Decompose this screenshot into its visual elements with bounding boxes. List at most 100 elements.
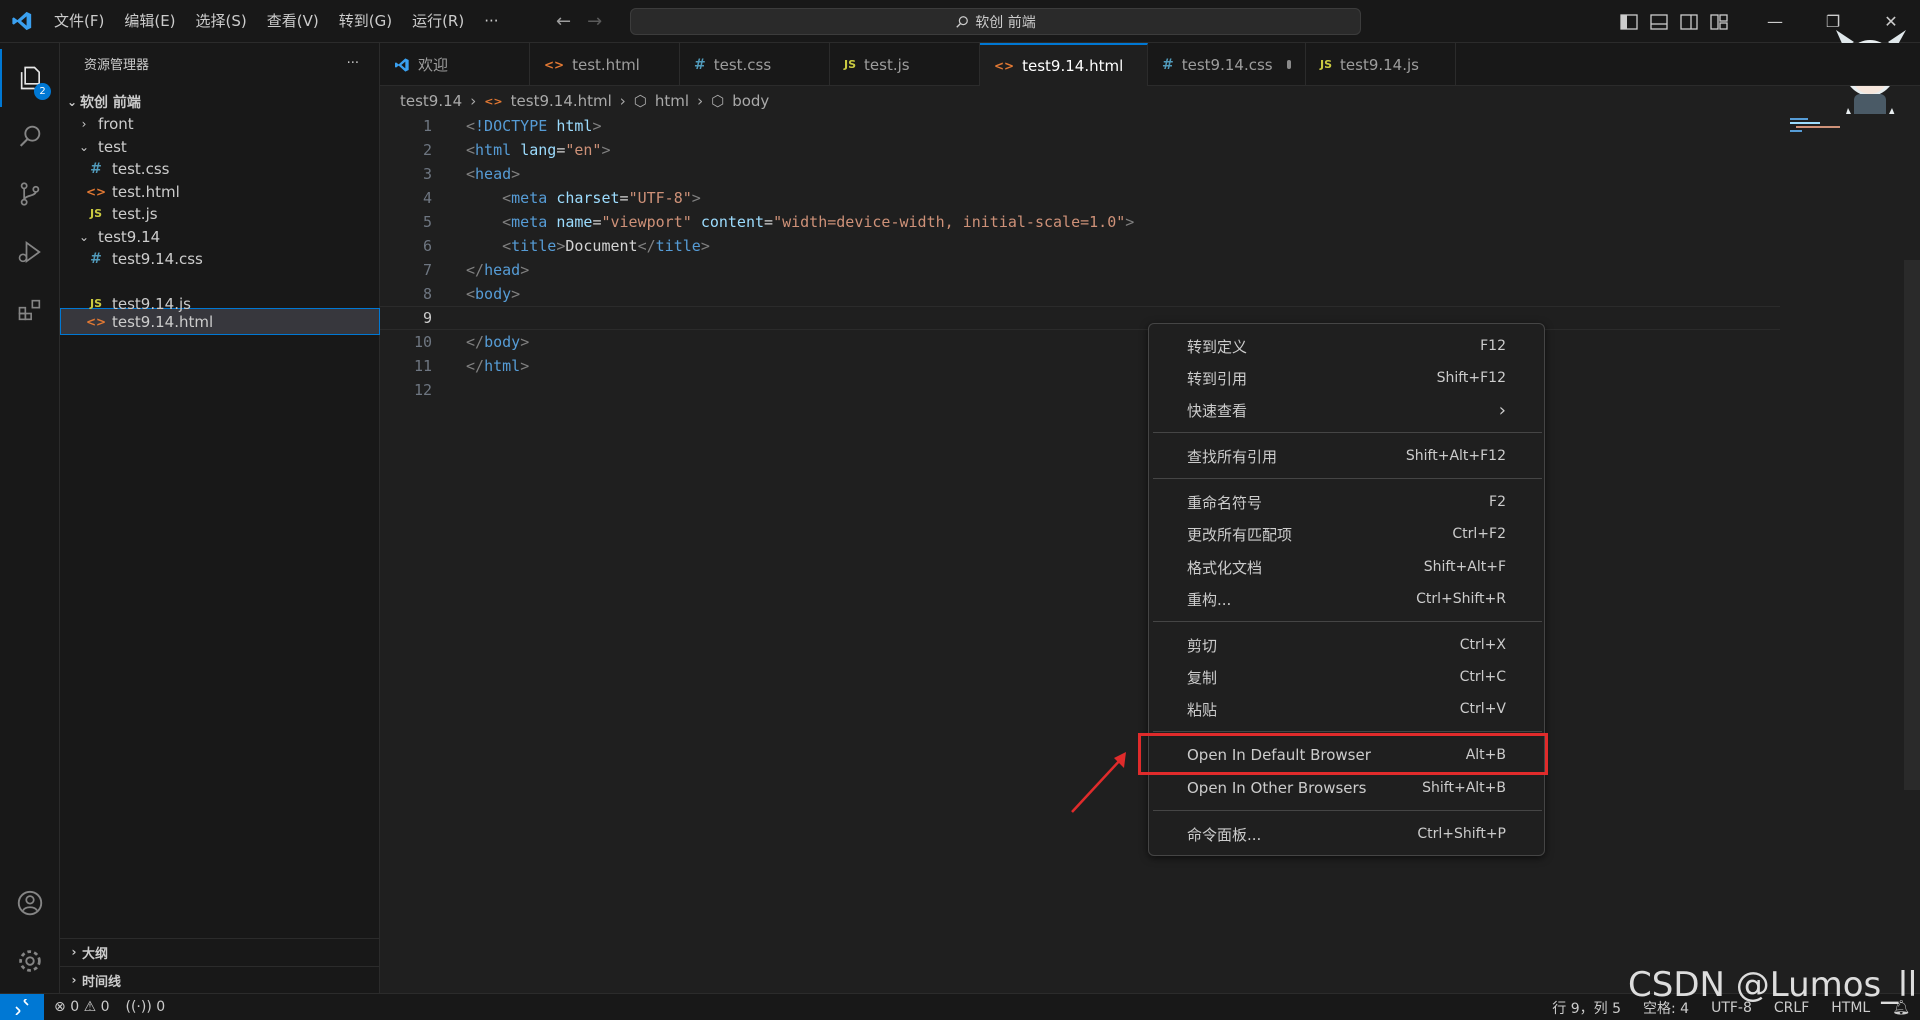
remote-indicator-icon[interactable] — [0, 993, 44, 1020]
tree-item-label: test.js — [112, 204, 158, 223]
annotation-highlight-box — [1138, 733, 1548, 775]
symbol-icon: ⬡ — [711, 92, 725, 110]
unsaved-dot-icon[interactable] — [1286, 60, 1291, 69]
tab-test-css[interactable]: # test.css — [680, 43, 830, 86]
menu-item-rename-symbol[interactable]: 重命名符号 F2 — [1153, 486, 1542, 518]
command-center-search[interactable]: 软创 前端 — [630, 8, 1361, 35]
account-icon[interactable] — [0, 874, 60, 932]
tab-test9-14-css[interactable]: # test9.14.css — [1148, 43, 1306, 86]
editor-scrollbar[interactable] — [1904, 260, 1920, 790]
menu-file[interactable]: 文件(F) — [44, 0, 114, 43]
breadcrumb-folder[interactable]: test9.14 — [400, 92, 462, 110]
search-icon — [956, 15, 969, 28]
editor-tabs: 欢迎 <> test.html # test.css JS test.js <>… — [380, 43, 1920, 86]
menu-selection[interactable]: 选择(S) — [186, 0, 257, 43]
tab-test-html[interactable]: <> test.html — [530, 43, 680, 86]
html-file-icon: <> — [85, 184, 107, 199]
menu-go[interactable]: 转到(G) — [329, 0, 402, 43]
workspace-label: 软创 前端 — [80, 94, 141, 111]
menu-item-find-all-references[interactable]: 查找所有引用 Shift+Alt+F12 — [1153, 440, 1542, 472]
tree-item-test9-14-css[interactable]: # test9.14.css — [60, 245, 380, 272]
status-left: ⊗ 0 ⚠ 0 ((·)) 0 — [44, 999, 165, 1015]
tree-item-test9-14-js[interactable]: JS test9.14.js — [60, 290, 380, 317]
line-number: 10 — [413, 333, 432, 351]
warning-icon: ⚠ — [83, 999, 97, 1015]
source-control-icon[interactable] — [0, 165, 60, 223]
watermark: CSDN @Lumos_ll — [1628, 965, 1918, 1005]
menu-item-copy[interactable]: 复制 Ctrl+C — [1153, 661, 1542, 693]
chevron-right-icon: › — [619, 92, 626, 110]
menu-item-shortcut: Ctrl+Shift+R — [1416, 591, 1506, 607]
menu-item-paste[interactable]: 粘贴 Ctrl+V — [1153, 693, 1542, 725]
menu-separator — [1153, 731, 1542, 732]
menu-separator — [1153, 478, 1542, 479]
js-icon: JS — [1320, 58, 1333, 71]
css-file-icon: # — [90, 250, 102, 267]
menu-bar: 文件(F) 编辑(E) 选择(S) 查看(V) 转到(G) 运行(R) ··· — [44, 0, 509, 43]
minimap[interactable] — [1790, 116, 1910, 136]
run-debug-icon[interactable] — [0, 223, 60, 281]
line-number: 1 — [422, 117, 432, 135]
menu-item-label: 命令面板... — [1187, 825, 1262, 844]
menu-more[interactable]: ··· — [474, 0, 508, 43]
tab-label: test.html — [572, 55, 640, 74]
tree-item-label: test.css — [112, 159, 170, 178]
menu-item-label: 转到引用 — [1187, 369, 1248, 388]
breadcrumb-file[interactable]: test9.14.html — [511, 92, 612, 110]
outline-section[interactable]: › 大纲 — [60, 938, 380, 965]
menu-item-cut[interactable]: 剪切 Ctrl+X — [1153, 629, 1542, 661]
explorer-icon[interactable]: 2 — [0, 49, 60, 107]
menu-item-label: 重命名符号 — [1187, 493, 1263, 512]
extensions-icon[interactable] — [0, 281, 60, 339]
menu-item-go-to-references[interactable]: 转到引用 Shift+F12 — [1153, 362, 1542, 394]
settings-gear-icon[interactable] — [0, 932, 60, 990]
menu-view[interactable]: 查看(V) — [257, 0, 329, 43]
back-arrow-icon[interactable]: ← — [556, 11, 571, 32]
line-number: 8 — [422, 285, 432, 303]
tab-label: test9.14.css — [1181, 55, 1273, 74]
chevron-right-icon: › — [81, 116, 87, 131]
toggle-panel-icon[interactable] — [1650, 13, 1668, 30]
menu-edit[interactable]: 编辑(E) — [114, 0, 185, 43]
menu-item-change-all-occurrences[interactable]: 更改所有匹配项 Ctrl+F2 — [1153, 518, 1542, 550]
search-icon[interactable] — [0, 107, 60, 165]
tab-test9-14-html[interactable]: <> test9.14.html — [980, 43, 1148, 86]
minimize-icon[interactable]: — — [1746, 0, 1804, 43]
tab-test9-14-js[interactable]: JS test9.14.js — [1306, 43, 1456, 86]
menu-item-refactor[interactable]: 重构... Ctrl+Shift+R — [1153, 583, 1542, 615]
css-file-icon: # — [90, 160, 102, 177]
code-text: </head> — [466, 261, 530, 279]
more-actions-icon[interactable]: ··· — [347, 56, 359, 71]
ports-indicator[interactable]: ((·)) 0 — [126, 999, 166, 1015]
menu-item-open-other-browsers[interactable]: Open In Other Browsers Shift+Alt+B — [1153, 772, 1542, 804]
menu-item-peek[interactable]: 快速查看 › — [1153, 394, 1542, 426]
problems-indicator[interactable]: ⊗ 0 ⚠ 0 — [54, 999, 110, 1015]
css-icon: # — [694, 56, 706, 73]
menu-item-command-palette[interactable]: 命令面板... Ctrl+Shift+P — [1153, 818, 1542, 850]
tab-welcome[interactable]: 欢迎 — [380, 43, 530, 86]
code-line: 5 <meta name="viewport" content="width=d… — [380, 210, 1780, 234]
breadcrumb-symbol-body[interactable]: body — [732, 92, 769, 110]
breadcrumb-symbol-html[interactable]: html — [655, 92, 689, 110]
code-text: <html lang="en"> — [466, 141, 611, 159]
symbol-icon: ⬡ — [633, 92, 647, 110]
menu-item-shortcut: F12 — [1480, 338, 1506, 354]
code-text: <meta charset="UTF-8"> — [502, 189, 701, 207]
menu-item-format-document[interactable]: 格式化文档 Shift+Alt+F — [1153, 551, 1542, 583]
menu-item-shortcut: Ctrl+C — [1459, 669, 1506, 685]
menu-item-go-to-definition[interactable]: 转到定义 F12 — [1153, 330, 1542, 362]
code-line: 2 <html lang="en"> — [380, 138, 1780, 162]
toggle-secondary-sidebar-icon[interactable] — [1680, 13, 1698, 30]
line-number: 4 — [422, 189, 432, 207]
menu-run[interactable]: 运行(R) — [402, 0, 474, 43]
toggle-sidebar-icon[interactable] — [1620, 13, 1638, 30]
menu-item-label: 格式化文档 — [1187, 558, 1263, 577]
customize-layout-icon[interactable] — [1710, 13, 1728, 30]
cursor-position[interactable]: 行 9，列 5 — [1552, 998, 1621, 1018]
vscode-logo-icon — [0, 0, 44, 43]
chevron-right-icon: › — [71, 973, 77, 987]
tab-test-js[interactable]: JS test.js — [830, 43, 980, 86]
code-line: 7 </head> — [380, 258, 1780, 282]
timeline-section[interactable]: › 时间线 — [60, 966, 380, 993]
forward-arrow-icon[interactable]: → — [587, 11, 602, 32]
